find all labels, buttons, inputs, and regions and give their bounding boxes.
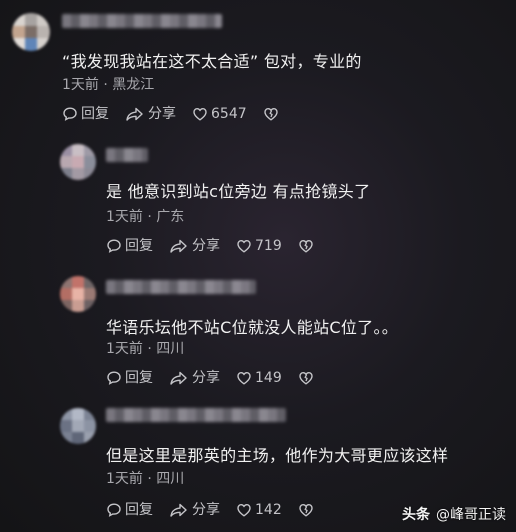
like-count: 719: [255, 238, 282, 254]
avatar[interactable]: [12, 13, 50, 51]
comment-actions: 回复 分享 142: [106, 502, 314, 518]
comment-actions: 回复 分享 719: [106, 238, 314, 254]
share-button[interactable]: 分享: [169, 502, 220, 518]
speech-bubble-icon: [107, 371, 121, 385]
comment-item: “我发现我站在这不太合适” 包对，专业的 1天前 · 黑龙江 回复 分享 654…: [0, 0, 516, 132]
comment-meta: 1天前 · 四川: [106, 341, 185, 357]
username-blurred[interactable]: [106, 148, 148, 162]
reply-label: 回复: [81, 106, 109, 122]
share-label: 分享: [192, 502, 220, 518]
reply-item: 华语乐坛他不站C位就没人能站C位了。。 1天前 · 四川 回复 分享 149: [0, 264, 516, 398]
broken-heart-icon: [263, 107, 278, 121]
reply-item: 是 他意识到站c位旁边 有点抢镜头了 1天前 · 广东 回复 分享 719: [0, 132, 516, 264]
share-label: 分享: [148, 106, 176, 122]
reply-button[interactable]: 回复: [62, 106, 109, 122]
share-arrow-icon: [170, 503, 187, 517]
comment-actions: 回复 分享 6547: [62, 106, 279, 122]
reply-button[interactable]: 回复: [106, 238, 153, 254]
reply-button[interactable]: 回复: [106, 502, 153, 518]
reply-label: 回复: [125, 502, 153, 518]
like-button[interactable]: 142: [236, 502, 282, 518]
like-count: 142: [255, 502, 282, 518]
share-arrow-icon: [170, 371, 187, 385]
comment-actions: 回复 分享 149: [106, 370, 314, 386]
like-button[interactable]: 149: [236, 370, 282, 386]
dislike-button[interactable]: [263, 106, 279, 122]
heart-icon: [237, 371, 251, 385]
share-arrow-icon: [126, 107, 143, 121]
broken-heart-icon: [299, 371, 313, 385]
speech-bubble-icon: [107, 503, 121, 517]
comment-meta: 1天前 · 广东: [106, 209, 185, 225]
reply-label: 回复: [125, 370, 153, 386]
avatar[interactable]: [60, 408, 96, 444]
like-button[interactable]: 6547: [192, 106, 247, 122]
share-label: 分享: [192, 370, 220, 386]
reply-label: 回复: [125, 238, 153, 254]
comment-meta: 1天前 · 黑龙江: [62, 77, 155, 93]
watermark: 头条 @峰哥正读: [402, 504, 506, 524]
like-button[interactable]: 719: [236, 238, 282, 254]
username-blurred[interactable]: [106, 280, 256, 294]
avatar[interactable]: [60, 276, 96, 312]
comment-text: 是 他意识到站c位旁边 有点抢镜头了: [106, 182, 371, 201]
speech-bubble-icon: [63, 107, 77, 121]
share-button[interactable]: 分享: [169, 238, 220, 254]
heart-icon: [193, 107, 207, 121]
watermark-brand: 头条: [402, 507, 430, 523]
like-count: 6547: [211, 106, 247, 122]
comment-text: 华语乐坛他不站C位就没人能站C位了。。: [106, 318, 399, 337]
dislike-button[interactable]: [298, 238, 314, 254]
username-blurred[interactable]: [62, 14, 222, 28]
dislike-button[interactable]: [298, 502, 314, 518]
dislike-button[interactable]: [298, 370, 314, 386]
comment-text: “我发现我站在这不太合适” 包对，专业的: [62, 52, 362, 71]
comment-meta: 1天前 · 四川: [106, 471, 185, 487]
like-count: 149: [255, 370, 282, 386]
heart-icon: [237, 239, 251, 253]
broken-heart-icon: [299, 503, 313, 517]
avatar[interactable]: [60, 144, 96, 180]
comment-text: 但是这里是那英的主场，他作为大哥更应该这样: [106, 446, 449, 465]
speech-bubble-icon: [107, 239, 121, 253]
broken-heart-icon: [299, 239, 313, 253]
share-arrow-icon: [170, 239, 187, 253]
watermark-handle: @峰哥正读: [436, 507, 506, 523]
share-label: 分享: [192, 238, 220, 254]
reply-button[interactable]: 回复: [106, 370, 153, 386]
username-blurred[interactable]: [106, 408, 286, 422]
heart-icon: [237, 503, 251, 517]
share-button[interactable]: 分享: [169, 370, 220, 386]
share-button[interactable]: 分享: [125, 106, 176, 122]
